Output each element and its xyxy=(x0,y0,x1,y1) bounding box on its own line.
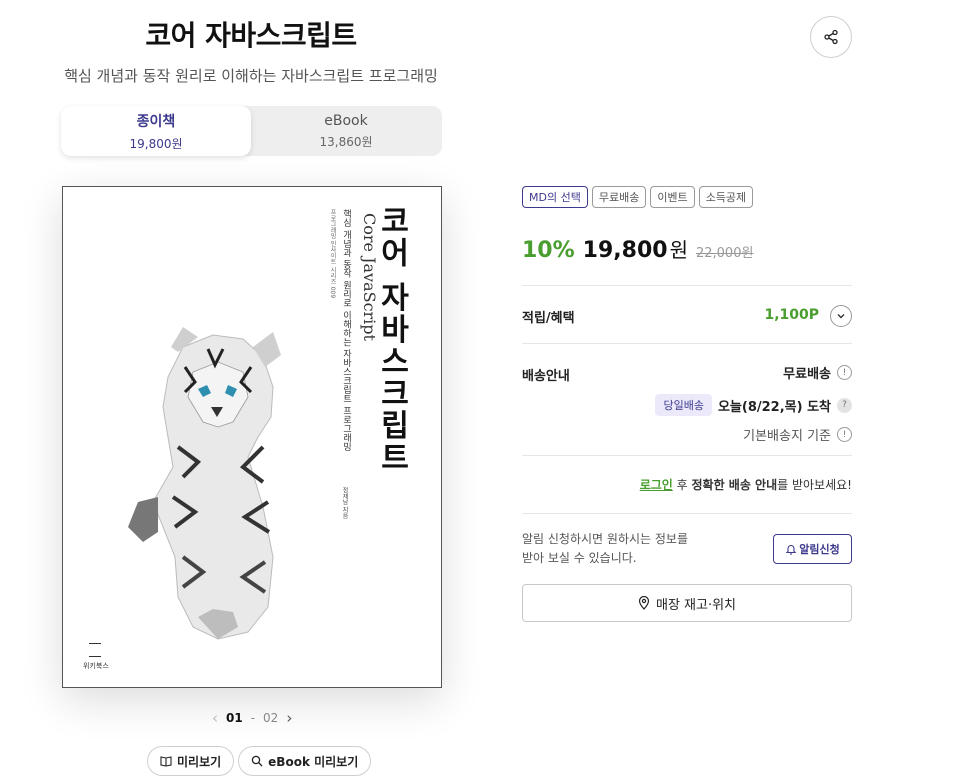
cover-author: 정재남 지음 xyxy=(341,487,348,519)
login-notice-after: 후 xyxy=(672,478,692,492)
reward-points: 1,100P xyxy=(764,307,819,323)
pager-current: 01 xyxy=(226,711,243,725)
arrival-date: 오늘(8/22,목) 도착 xyxy=(717,399,831,415)
notify-button[interactable]: 알림신청 xyxy=(773,534,852,564)
preview-label: 미리보기 xyxy=(177,754,222,769)
notify-line-1: 알림 신청하시면 원하시는 정보를 xyxy=(522,532,689,546)
product-title: 코어 자바스크립트 xyxy=(145,19,357,52)
book-cover-image[interactable]: 코어 자바스크립트 Core JavaScript 핵심 개념과 동작 원리로 … xyxy=(62,186,442,688)
price-unit: 원 xyxy=(669,238,688,262)
shipping-label: 배송안내 xyxy=(522,369,570,384)
notify-line-2: 받아 보실 수 있습니다. xyxy=(522,551,637,565)
divider xyxy=(522,455,852,456)
shipping-free: 무료배송 xyxy=(783,367,831,382)
sale-price: 19,800 xyxy=(582,238,668,263)
ebook-preview-button[interactable]: eBook 미리보기 xyxy=(238,746,372,776)
info-icon[interactable]: ! xyxy=(837,427,852,442)
publisher-logo xyxy=(89,643,101,657)
price-row: 10% 19,800 원 22,000원 xyxy=(522,234,753,263)
store-stock-label: 매장 재고·위치 xyxy=(655,597,737,613)
tiger-illustration xyxy=(128,327,281,640)
tab-label: eBook xyxy=(324,112,368,129)
shipping-base: 기본배송지 기준 xyxy=(743,429,831,444)
tab-ebook[interactable]: eBook 13,860원 xyxy=(251,106,441,156)
tab-label: 종이책 xyxy=(136,113,176,130)
image-pager: ‹ 01 - 02 › xyxy=(212,709,292,727)
preview-button[interactable]: 미리보기 xyxy=(147,746,235,776)
next-arrow-icon[interactable]: › xyxy=(286,709,292,727)
preview-buttons: 미리보기 eBook 미리보기 xyxy=(147,746,372,776)
info-icon[interactable]: ! xyxy=(837,365,852,380)
badge-tax-deduction: 소득공제 xyxy=(698,186,754,208)
divider xyxy=(522,343,852,344)
share-button[interactable] xyxy=(810,16,852,58)
search-icon xyxy=(251,755,263,767)
notify-button-label: 알림신청 xyxy=(799,543,840,556)
login-notice-end: 를 받아보세요! xyxy=(777,478,852,492)
benefits-expand-button[interactable] xyxy=(830,305,852,327)
notify-description: 알림 신청하시면 원하시는 정보를 받아 보실 수 있습니다. xyxy=(522,530,722,568)
login-notice-bold: 정확한 배송 안내 xyxy=(691,478,778,492)
original-price: 22,000원 xyxy=(695,246,754,261)
store-stock-button[interactable]: 매장 재고·위치 xyxy=(522,584,852,622)
divider xyxy=(522,513,852,514)
tab-paper-book[interactable]: 종이책 19,800원 xyxy=(61,106,251,156)
badge-md-pick: MD의 선택 xyxy=(522,186,588,208)
benefits-label: 적립/혜택 xyxy=(522,311,575,326)
pager-separator: - xyxy=(250,711,256,725)
cover-series: 프로그래밍 인사이트 시리즈 009 xyxy=(329,209,336,299)
login-notice: 로그인 후 정확한 배송 안내를 받아보세요! xyxy=(640,476,852,493)
product-subtitle: 핵심 개념과 동작 원리로 이해하는 자바스크립트 프로그래밍 xyxy=(64,67,438,85)
cover-english-title: Core JavaScript xyxy=(360,213,379,341)
badge-event: 이벤트 xyxy=(650,186,695,208)
discount-rate: 10% xyxy=(522,238,575,263)
pager-total: 02 xyxy=(263,711,279,725)
prev-arrow-icon[interactable]: ‹ xyxy=(212,709,218,727)
cover-subtitle: 핵심 개념과 동작 원리로 이해하는 자바스크립트 프로그래밍 xyxy=(341,209,351,452)
format-tabs: 종이책 19,800원 eBook 13,860원 xyxy=(61,106,442,156)
login-link[interactable]: 로그인 xyxy=(640,478,673,492)
shipping-base-line: 기본배송지 기준 ! xyxy=(743,425,852,444)
product-badges: MD의 선택 무료배송 이벤트 소득공제 xyxy=(522,186,754,208)
help-icon[interactable]: ? xyxy=(837,397,852,413)
sameday-badge: 당일배송 xyxy=(655,394,712,416)
shipping-free-line: 무료배송 ! xyxy=(783,363,852,382)
chevron-down-icon xyxy=(837,314,845,319)
tab-price: 19,800원 xyxy=(129,136,183,151)
cover-publisher: 위키북스 xyxy=(83,662,109,670)
badge-free-shipping: 무료배송 xyxy=(591,186,647,208)
tab-price: 13,860원 xyxy=(319,134,373,149)
share-icon xyxy=(824,29,838,45)
bell-icon xyxy=(785,545,797,555)
shipping-arrival-line: 당일배송 오늘(8/22,목) 도착 ? xyxy=(655,394,852,416)
ebook-preview-label: eBook 미리보기 xyxy=(268,754,359,769)
location-pin-icon xyxy=(638,596,650,610)
divider xyxy=(522,285,852,286)
book-icon xyxy=(160,756,172,767)
